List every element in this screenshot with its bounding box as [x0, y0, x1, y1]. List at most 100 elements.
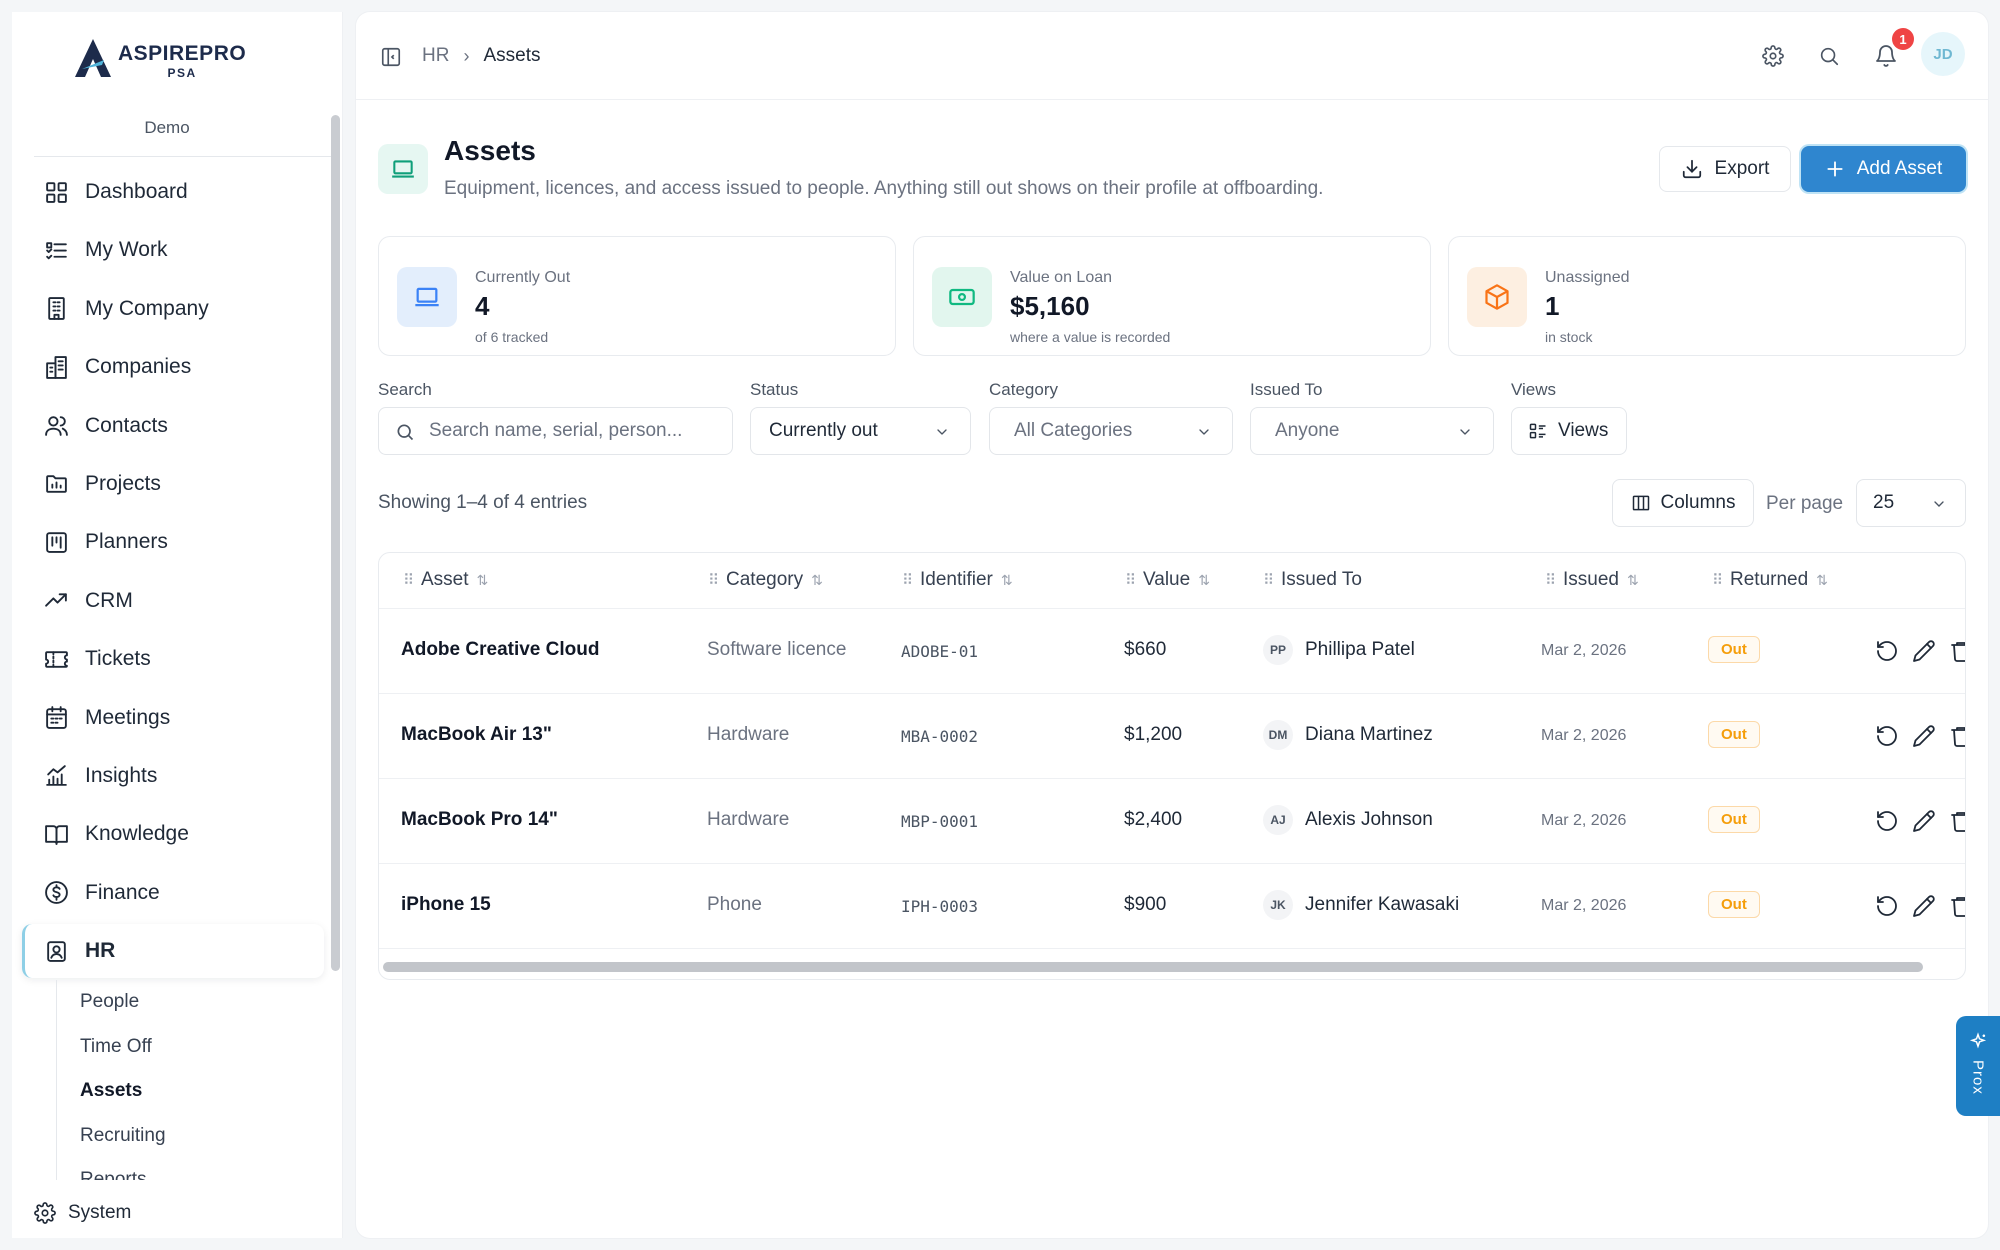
prox-assistant-tab[interactable]: Prox — [1956, 1016, 2000, 1116]
cell-issued-to[interactable]: DM Diana Martinez — [1263, 720, 1433, 750]
avatar: AJ — [1263, 805, 1293, 835]
ticket-icon — [45, 650, 68, 668]
settings-button[interactable] — [1759, 42, 1787, 70]
edit-button[interactable] — [1912, 894, 1936, 918]
sidebar-item-knowledge[interactable]: Knowledge — [22, 807, 324, 861]
drag-handle-icon[interactable]: ⠿ — [403, 571, 414, 589]
search-icon — [397, 424, 414, 441]
cell-issued-to[interactable]: JK Jennifer Kawasaki — [1263, 890, 1459, 920]
stat-card-unassigned: Unassigned 1 in stock — [1448, 236, 1966, 356]
drag-handle-icon[interactable]: ⠿ — [1125, 571, 1136, 589]
delete-button[interactable] — [1949, 894, 1965, 918]
drag-handle-icon[interactable]: ⠿ — [1263, 571, 1274, 589]
sidebar-item-planners[interactable]: Planners — [22, 515, 324, 569]
views-button[interactable]: Views — [1511, 407, 1627, 455]
edit-button[interactable] — [1912, 724, 1936, 748]
status-select[interactable]: Currently out — [750, 407, 971, 455]
sidebar-item-system[interactable]: System — [34, 1202, 131, 1224]
search-icon — [1820, 47, 1839, 66]
delete-button[interactable] — [1949, 639, 1965, 663]
table-row[interactable]: MacBook Air 13" Hardware MBA-0002 $1,200… — [379, 694, 1965, 779]
column-title: Category — [726, 569, 804, 590]
sidebar-item-companies[interactable]: Companies — [22, 340, 324, 394]
stat-card-value-on-loan: Value on Loan $5,160 where a value is re… — [913, 236, 1431, 356]
chevron-right-icon: › — [463, 45, 470, 66]
sidebar-scrollbar[interactable] — [331, 115, 340, 971]
cell-issued-date: Mar 2, 2026 — [1541, 812, 1627, 829]
sidebar-item-projects[interactable]: Projects — [22, 457, 324, 511]
drag-handle-icon[interactable]: ⠿ — [902, 571, 913, 589]
return-button[interactable] — [1875, 894, 1899, 918]
search-button[interactable] — [1815, 42, 1843, 70]
sidebar-item-hr[interactable]: HR — [22, 924, 324, 979]
column-header-asset[interactable]: ⠿ Asset ⇅ — [403, 569, 488, 591]
book-icon — [45, 825, 68, 845]
table-row[interactable]: iPhone 15 Phone IPH-0003 $900 JK Jennifer… — [379, 864, 1965, 949]
page-title: Assets — [444, 135, 536, 166]
sidebar-item-dashboard[interactable]: Dashboard — [22, 165, 324, 219]
column-header-category[interactable]: ⠿ Category ⇅ — [708, 569, 823, 591]
category-select[interactable]: All Categories — [989, 407, 1233, 455]
brand-logo[interactable]: ASPIREPRO PSA — [72, 36, 246, 80]
sort-icon[interactable]: ⇅ — [811, 572, 823, 589]
sort-icon[interactable]: ⇅ — [1816, 572, 1828, 589]
column-header-returned[interactable]: ⠿ Returned ⇅ — [1712, 569, 1828, 591]
column-header-issued[interactable]: ⠿ Issued ⇅ — [1545, 569, 1639, 591]
subnav-item-recruiting[interactable]: Recruiting — [57, 1114, 316, 1159]
edit-button[interactable] — [1912, 639, 1936, 663]
sidebar-toggle-button[interactable] — [380, 46, 402, 68]
table-row[interactable]: MacBook Pro 14" Hardware MBP-0001 $2,400… — [379, 779, 1965, 864]
cell-asset[interactable]: MacBook Air 13" — [401, 724, 552, 746]
column-header-identifier[interactable]: ⠿ Identifier ⇅ — [902, 569, 1013, 591]
sort-icon[interactable]: ⇅ — [1001, 572, 1013, 589]
views-label: Views — [1511, 380, 1557, 399]
cell-asset[interactable]: MacBook Pro 14" — [401, 809, 558, 831]
breadcrumb-hr[interactable]: HR — [422, 45, 449, 67]
delete-button[interactable] — [1949, 809, 1965, 833]
per-page-select[interactable]: 25 — [1856, 479, 1966, 527]
subnav-item-time-off[interactable]: Time Off — [57, 1025, 316, 1070]
sidebar-item-my-company[interactable]: My Company — [22, 282, 324, 336]
status-value: Currently out — [769, 420, 878, 441]
return-button[interactable] — [1875, 809, 1899, 833]
edit-button[interactable] — [1912, 809, 1936, 833]
table-horizontal-scrollbar[interactable] — [383, 962, 1923, 972]
sidebar-item-crm[interactable]: CRM — [22, 574, 324, 628]
cell-asset[interactable]: iPhone 15 — [401, 894, 491, 916]
delete-button[interactable] — [1949, 724, 1965, 748]
user-avatar[interactable]: JD — [1921, 32, 1965, 76]
sidebar-item-contacts[interactable]: Contacts — [22, 399, 324, 453]
cell-identifier: MBA-0002 — [901, 727, 979, 746]
cell-issued-to[interactable]: PP Phillipa Patel — [1263, 635, 1415, 665]
subnav-item-assets[interactable]: Assets — [57, 1069, 316, 1114]
column-header-value[interactable]: ⠿ Value ⇅ — [1125, 569, 1210, 591]
sidebar-item-insights[interactable]: Insights — [22, 749, 324, 803]
subnav-item-people[interactable]: People — [57, 980, 316, 1025]
users-icon — [45, 416, 68, 436]
drag-handle-icon[interactable]: ⠿ — [1545, 571, 1556, 589]
cell-asset[interactable]: Adobe Creative Cloud — [401, 639, 599, 661]
sidebar-item-my-work[interactable]: My Work — [22, 223, 324, 277]
drag-handle-icon[interactable]: ⠿ — [708, 571, 719, 589]
search-input[interactable]: Search name, serial, person... — [378, 407, 733, 455]
sort-icon[interactable]: ⇅ — [1198, 572, 1210, 589]
drag-handle-icon[interactable]: ⠿ — [1712, 571, 1723, 589]
sidebar-item-meetings[interactable]: Meetings — [22, 691, 324, 745]
issued-to-select[interactable]: Anyone — [1250, 407, 1494, 455]
sort-icon[interactable]: ⇅ — [477, 572, 489, 589]
add-asset-button[interactable]: Add Asset — [1801, 146, 1966, 192]
sidebar-item-tickets[interactable]: Tickets — [22, 632, 324, 686]
return-button[interactable] — [1875, 724, 1899, 748]
sort-icon[interactable]: ⇅ — [1627, 572, 1639, 589]
columns-button[interactable]: Columns — [1612, 479, 1754, 527]
column-header-issued-to[interactable]: ⠿ Issued To — [1263, 569, 1362, 591]
subnav-item-reports[interactable]: Reports — [57, 1158, 316, 1180]
cell-issued-to[interactable]: AJ Alexis Johnson — [1263, 805, 1433, 835]
sparkle-icon — [1969, 1032, 1987, 1049]
trend-icon — [45, 593, 67, 607]
sidebar-item-finance[interactable]: Finance — [22, 866, 324, 920]
export-button[interactable]: Export — [1659, 146, 1791, 192]
return-button[interactable] — [1875, 639, 1899, 663]
workspace-name[interactable]: Demo — [12, 118, 322, 138]
table-row[interactable]: Adobe Creative Cloud Software licence AD… — [379, 609, 1965, 694]
